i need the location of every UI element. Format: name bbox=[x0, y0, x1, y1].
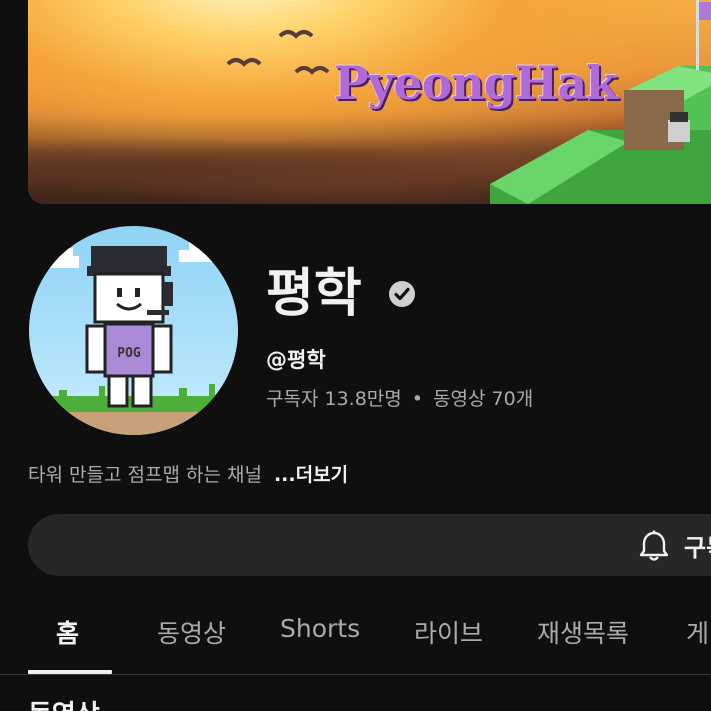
channel-tabs: 홈 동영상 Shorts 라이브 재생목록 게 bbox=[0, 600, 711, 672]
verified-check-icon bbox=[389, 281, 415, 307]
channel-avatar[interactable]: POG bbox=[29, 226, 238, 435]
stats-separator: • bbox=[411, 388, 424, 410]
tab-live[interactable]: 라이브 bbox=[414, 614, 483, 650]
channel-page: PyeongHak POG 평학 @평학 구독자 13.8만명 • 동영상 70… bbox=[0, 0, 711, 711]
tab-playlists[interactable]: 재생목록 bbox=[537, 614, 629, 650]
section-title: 동영상 bbox=[28, 694, 100, 711]
more-link[interactable]: ...더보기 bbox=[274, 464, 348, 486]
tabs-divider bbox=[0, 674, 711, 675]
channel-stats: 구독자 13.8만명 • 동영상 70개 bbox=[266, 384, 533, 411]
video-count: 동영상 70개 bbox=[433, 388, 534, 410]
subscribe-label: 구독 bbox=[684, 534, 711, 562]
avatar-pixel-art: POG bbox=[29, 242, 238, 435]
tab-videos[interactable]: 동영상 bbox=[157, 614, 226, 650]
subscriber-count: 구독자 13.8만명 bbox=[266, 388, 402, 410]
tab-shorts[interactable]: Shorts bbox=[280, 614, 360, 643]
svg-text:POG: POG bbox=[117, 346, 141, 361]
banner-title-art: PyeongHak bbox=[334, 56, 618, 110]
bell-icon[interactable] bbox=[637, 529, 671, 563]
tab-community[interactable]: 게 bbox=[686, 614, 709, 650]
tab-home[interactable]: 홈 bbox=[56, 614, 79, 650]
description-text: 타워 만들고 점프맵 하는 채널 bbox=[28, 464, 262, 486]
channel-name: 평학 bbox=[266, 264, 362, 324]
subscribe-button[interactable] bbox=[28, 514, 711, 576]
channel-description[interactable]: 타워 만들고 점프맵 하는 채널 ...더보기 bbox=[28, 460, 348, 487]
channel-handle: @평학 bbox=[266, 348, 326, 372]
channel-banner: PyeongHak bbox=[28, 0, 711, 204]
